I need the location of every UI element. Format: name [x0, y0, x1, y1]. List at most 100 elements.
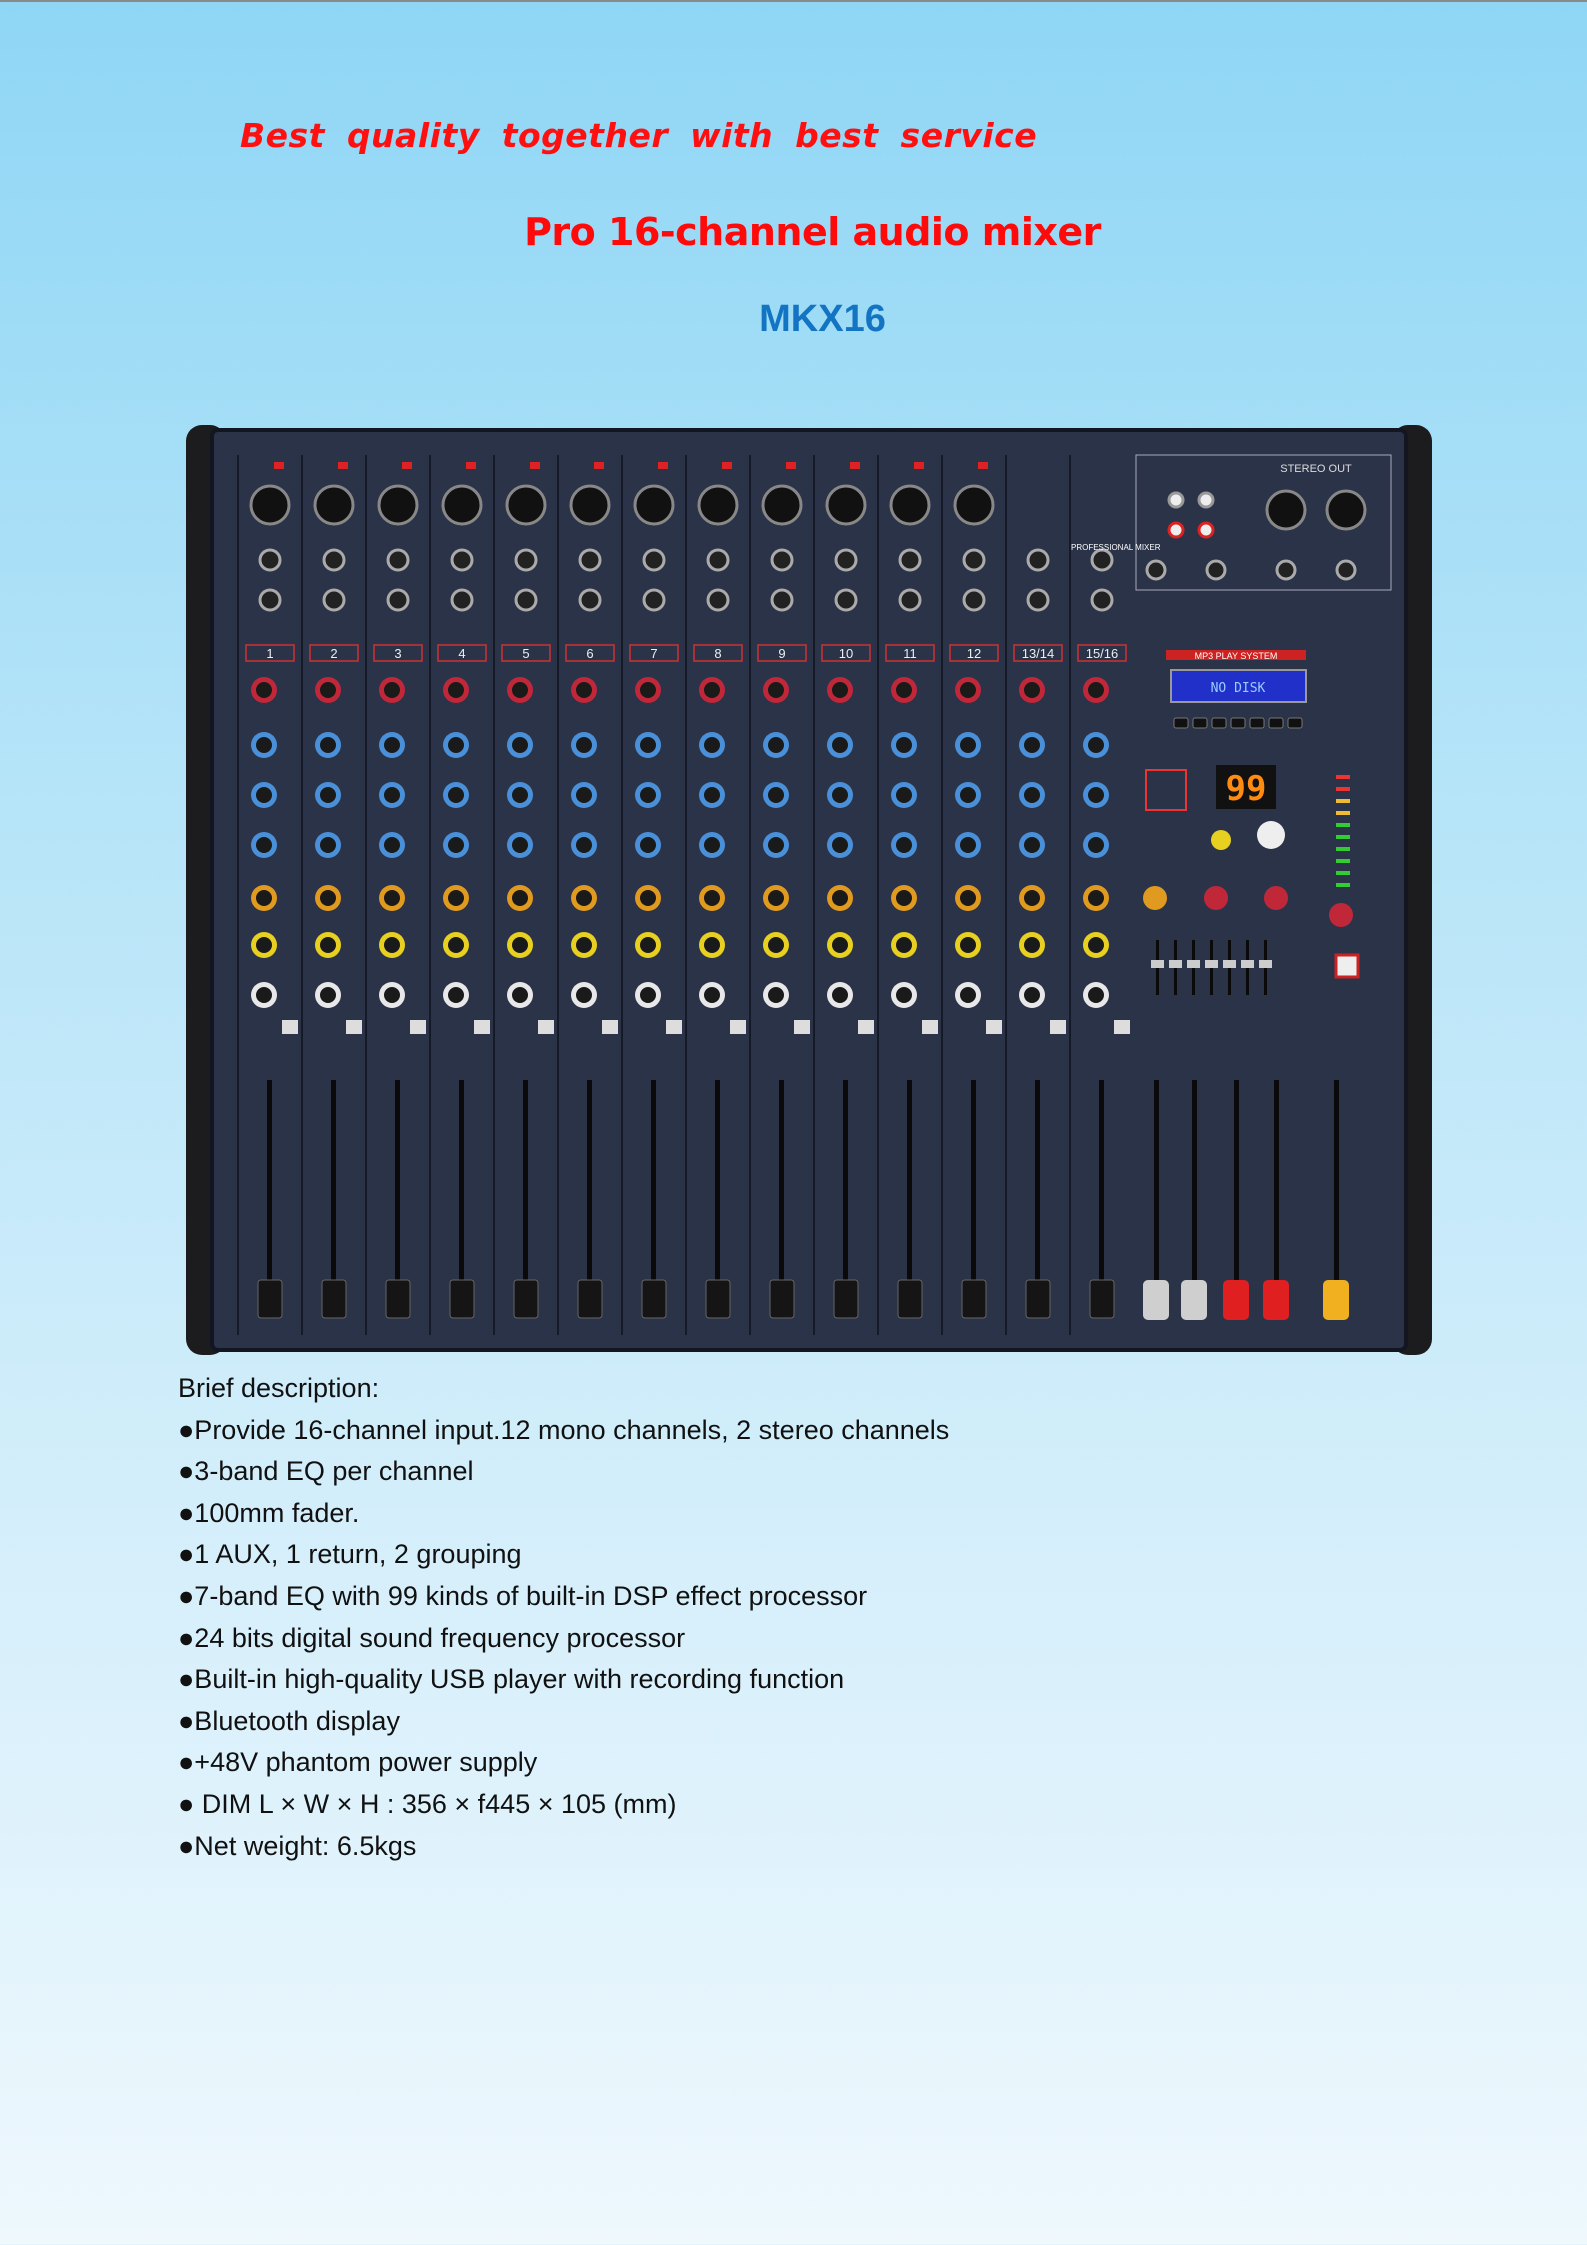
rca-jack-icon — [1167, 491, 1185, 509]
player-button — [1287, 717, 1303, 729]
knob-cap — [896, 682, 912, 698]
channel-number: 12 — [967, 646, 981, 661]
description-item: ●Bluetooth display — [178, 1705, 400, 1736]
channel-number: 8 — [714, 646, 721, 661]
fader-knob — [1025, 1279, 1051, 1319]
description-heading: Brief description: — [178, 1373, 380, 1403]
description-item: ●Net weight: 6.5kgs — [178, 1830, 417, 1861]
knob-cap — [576, 890, 592, 906]
knob-cap — [640, 787, 656, 803]
phantom-switch — [594, 462, 604, 469]
insert-jack-icon — [258, 588, 282, 612]
knob-cap — [704, 987, 720, 1003]
xlr-input-icon — [889, 484, 931, 526]
fader-knob — [705, 1279, 731, 1319]
jack-icon — [1145, 559, 1167, 581]
knob-cap — [448, 837, 464, 853]
rca-jack-icon — [1197, 491, 1215, 509]
insert-jack-icon — [706, 588, 730, 612]
knob-cap — [256, 890, 272, 906]
description-item: ●+48V phantom power supply — [178, 1747, 538, 1778]
channel-number: 3 — [394, 646, 401, 661]
knob-cap — [576, 787, 592, 803]
line-jack-icon — [770, 548, 794, 572]
return-knob-icon — [1204, 886, 1228, 910]
knob-cap — [448, 937, 464, 953]
knob-cap — [832, 837, 848, 853]
insert-jack-icon — [578, 588, 602, 612]
knob-cap — [704, 787, 720, 803]
phantom-switch — [530, 462, 540, 469]
knob-cap — [768, 737, 784, 753]
master-fader-knob — [1263, 1280, 1289, 1320]
insert-jack-icon — [1090, 588, 1114, 612]
level-meter-led — [1336, 871, 1350, 875]
player-button — [1211, 717, 1227, 729]
knob-cap — [512, 890, 528, 906]
xlr-output-icon — [1325, 489, 1367, 531]
knob-cap — [448, 890, 464, 906]
knob-cap — [1088, 682, 1104, 698]
fader-knob — [513, 1279, 539, 1319]
xlr-input-icon — [761, 484, 803, 526]
knob-cap — [320, 837, 336, 853]
knob-cap — [960, 737, 976, 753]
xlr-input-icon — [569, 484, 611, 526]
level-meter-led — [1336, 883, 1350, 887]
master-fader-knob — [1181, 1280, 1207, 1320]
line-jack-icon — [898, 548, 922, 572]
knob-cap — [1024, 787, 1040, 803]
description-item: ●1 AUX, 1 return, 2 grouping — [178, 1539, 522, 1570]
level-meter-led — [1336, 811, 1350, 815]
line-jack-icon — [962, 548, 986, 572]
master-fader-slot — [1234, 1080, 1239, 1315]
knob-cap — [832, 987, 848, 1003]
channel-number: 10 — [839, 646, 853, 661]
eq-slider-knob — [1223, 960, 1236, 968]
knob-cap — [448, 787, 464, 803]
parameter-knob-icon — [1211, 830, 1231, 850]
knob-cap — [1088, 837, 1104, 853]
fader-knob — [257, 1279, 283, 1319]
knob-cap — [704, 837, 720, 853]
mixer-product-image: 1 2 3 4 5 6 7 8 9 10 11 12 13/14 15/16 STEREO OUTPROF… — [186, 425, 1432, 1355]
xlr-input-icon — [953, 484, 995, 526]
knob-cap — [960, 987, 976, 1003]
mute-button — [538, 1020, 554, 1034]
knob-cap — [1024, 737, 1040, 753]
knob-cap — [896, 737, 912, 753]
knob-cap — [896, 890, 912, 906]
phantom-switch — [338, 462, 348, 469]
line-jack-icon — [514, 548, 538, 572]
eq-on-button — [1334, 953, 1360, 979]
player-button — [1249, 717, 1265, 729]
jack-icon — [1275, 559, 1297, 581]
knob-cap — [256, 837, 272, 853]
knob-cap — [896, 987, 912, 1003]
knob-cap — [832, 787, 848, 803]
knob-cap — [448, 737, 464, 753]
description-item: ●24 bits digital sound frequency process… — [178, 1622, 686, 1653]
fader-knob — [961, 1279, 987, 1319]
mute-button — [730, 1020, 746, 1034]
knob-cap — [512, 737, 528, 753]
knob-cap — [384, 987, 400, 1003]
knob-cap — [704, 937, 720, 953]
rca-jack-icon — [1197, 521, 1215, 539]
aux-master-knob-icon — [1143, 886, 1167, 910]
knob-cap — [1024, 987, 1040, 1003]
eq-slider-knob — [1169, 960, 1182, 968]
mute-button — [922, 1020, 938, 1034]
channel-number: 15/16 — [1086, 646, 1119, 661]
description-item: ●Built-in high-quality USB player with r… — [178, 1664, 845, 1695]
mute-button — [858, 1020, 874, 1034]
knob-cap — [640, 837, 656, 853]
stereo-out-label: STEREO OUT — [1280, 463, 1352, 475]
insert-jack-icon — [770, 588, 794, 612]
knob-cap — [896, 837, 912, 853]
knob-cap — [320, 937, 336, 953]
insert-jack-icon — [642, 588, 666, 612]
insert-jack-icon — [514, 588, 538, 612]
level-meter-led — [1336, 859, 1350, 863]
knob-cap — [512, 987, 528, 1003]
